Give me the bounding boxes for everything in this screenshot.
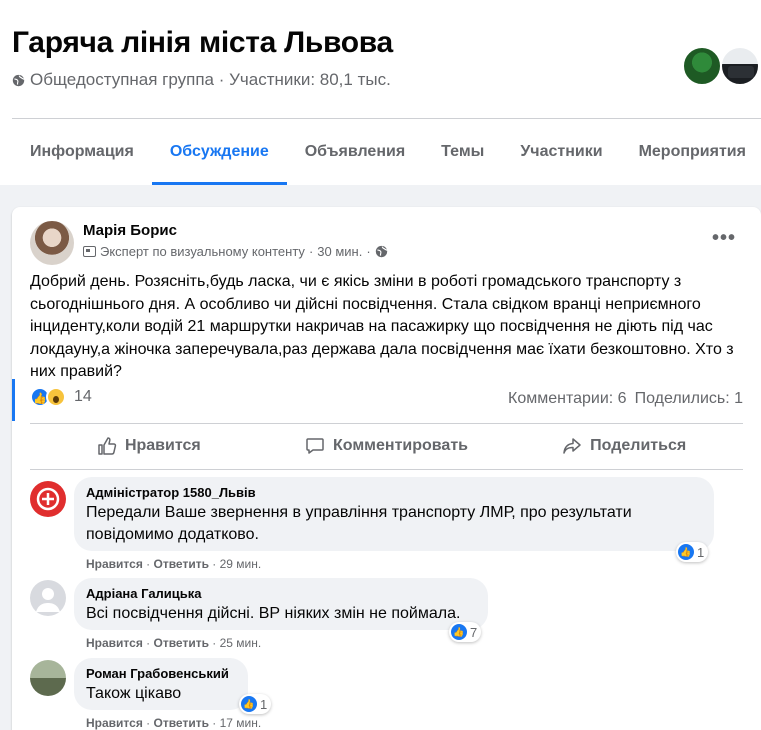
default-avatar-icon: [36, 588, 60, 612]
comment-reactions[interactable]: 👍 1: [239, 694, 272, 714]
comment-reply-link[interactable]: Ответить: [154, 636, 209, 650]
tab-events[interactable]: Мероприятия: [621, 119, 761, 185]
tab-topics[interactable]: Темы: [423, 119, 502, 185]
avatar[interactable]: [682, 46, 722, 86]
avatar[interactable]: [30, 221, 74, 265]
thumbs-up-icon: [98, 437, 117, 455]
share-button[interactable]: Поделиться: [505, 424, 743, 468]
post-card: Марія Борис Эксперт по визуальному конте…: [12, 207, 761, 730]
globe-icon: [12, 74, 25, 86]
badge-icon: [83, 246, 96, 257]
comment-button[interactable]: Комментировать: [268, 424, 506, 468]
comment-bubble: Роман Грабовенський Також цікаво: [74, 658, 248, 710]
comment-reaction-count: 7: [470, 624, 478, 640]
like-reaction-icon: 👍: [241, 696, 257, 712]
comment-reply-link[interactable]: Ответить: [154, 557, 209, 571]
comment-label: Комментировать: [333, 437, 468, 454]
avatar[interactable]: [720, 46, 760, 86]
avatar[interactable]: [30, 660, 66, 696]
logo-icon: [36, 487, 60, 511]
member-avatars[interactable]: [682, 46, 761, 88]
post-time[interactable]: 30 мин.: [317, 244, 362, 259]
like-label: Нравится: [124, 437, 201, 454]
comment-item: Роман Грабовенський Також цікаво 👍 1 Нра…: [30, 658, 743, 730]
group-title[interactable]: Гаряча лінія міста Львова: [12, 26, 393, 60]
avatar[interactable]: [30, 580, 66, 616]
like-button[interactable]: Нравится: [30, 424, 268, 468]
comment-item: Адміністратор 1580_Львів Передали Ваше з…: [30, 477, 743, 572]
comments-count[interactable]: Комментарии: 6: [508, 390, 627, 408]
comment-author[interactable]: Адріана Галицька: [86, 586, 476, 601]
comment-like-link[interactable]: Нравится: [86, 636, 143, 650]
tab-announcements[interactable]: Объявления: [287, 119, 423, 185]
comment-reactions[interactable]: 👍 7: [449, 622, 482, 642]
comment-time[interactable]: 29 мин.: [220, 557, 262, 571]
comment-like-link[interactable]: Нравится: [86, 557, 143, 571]
meta-separator: ·: [308, 244, 314, 259]
post-text: Добрий день. Розясніть,будь ласка, чи є …: [30, 273, 734, 380]
group-tabs: Информация Обсуждение Объявления Темы Уч…: [12, 119, 761, 185]
comment-author[interactable]: Адміністратор 1580_Львів: [86, 485, 702, 500]
post-actions: Нравится Комментировать Поделиться: [30, 424, 743, 468]
avatar[interactable]: [30, 481, 66, 517]
comment-bubble: Адміністратор 1580_Львів Передали Ваше з…: [74, 477, 714, 551]
comment-footer: Нравится · Ответить · 17 мин.: [86, 716, 262, 730]
more-options-icon[interactable]: •••: [712, 227, 736, 250]
group-header: Гаряча лінія міста Львова Общедоступная …: [0, 0, 761, 185]
like-reaction-icon: 👍: [678, 544, 694, 560]
comment-author[interactable]: Роман Грабовенський: [86, 666, 236, 681]
divider: [30, 469, 743, 470]
comment-reaction-count: 1: [260, 696, 268, 712]
reactions-count: 14: [74, 388, 92, 405]
comment-text: Також цікаво: [86, 685, 182, 702]
author-badge: Эксперт по визуальному контенту: [100, 244, 305, 259]
post-counts: Комментарии: 6 Поделились: 1: [508, 390, 743, 408]
post-meta: Эксперт по визуальному контенту · 30 мин…: [83, 244, 388, 259]
comment-icon: [306, 438, 324, 454]
comment-footer: Нравится · Ответить · 29 мин.: [86, 557, 262, 571]
comment-text: Всі посвідчення дійсні. ВР ніяких змін н…: [86, 605, 461, 622]
post-author[interactable]: Марія Борис: [83, 222, 177, 239]
group-meta: Общедоступная группа · Участники: 80,1 т…: [12, 70, 391, 90]
group-meta-text: Общедоступная группа · Участники: 80,1 т…: [30, 70, 391, 89]
comment-item: Адріана Галицька Всі посвідчення дійсні.…: [30, 578, 743, 653]
reactions-summary[interactable]: 👍 14: [30, 387, 92, 407]
like-reaction-icon: 👍: [451, 624, 467, 640]
wow-reaction-icon: [46, 387, 66, 407]
tab-members[interactable]: Участники: [502, 119, 620, 185]
comment-reaction-count: 1: [697, 544, 705, 560]
comment-text: Передали Ваше звернення в управління тра…: [86, 504, 632, 543]
share-label: Поделиться: [590, 437, 687, 454]
comment-bubble: Адріана Галицька Всі посвідчення дійсні.…: [74, 578, 488, 630]
comment-time[interactable]: 17 мин.: [220, 716, 262, 730]
tab-info[interactable]: Информация: [12, 119, 152, 185]
comment-reactions[interactable]: 👍 1: [676, 542, 709, 562]
share-icon: [563, 438, 581, 454]
comment-time[interactable]: 25 мин.: [220, 636, 262, 650]
globe-icon: [375, 245, 388, 258]
comment-like-link[interactable]: Нравится: [86, 716, 143, 730]
tab-discussion[interactable]: Обсуждение: [151, 119, 287, 185]
meta-separator: ·: [366, 244, 371, 259]
comment-footer: Нравится · Ответить · 25 мин.: [86, 636, 262, 650]
comment-reply-link[interactable]: Ответить: [154, 716, 209, 730]
shares-count[interactable]: Поделились: 1: [635, 390, 743, 408]
focus-indicator: [12, 379, 15, 421]
